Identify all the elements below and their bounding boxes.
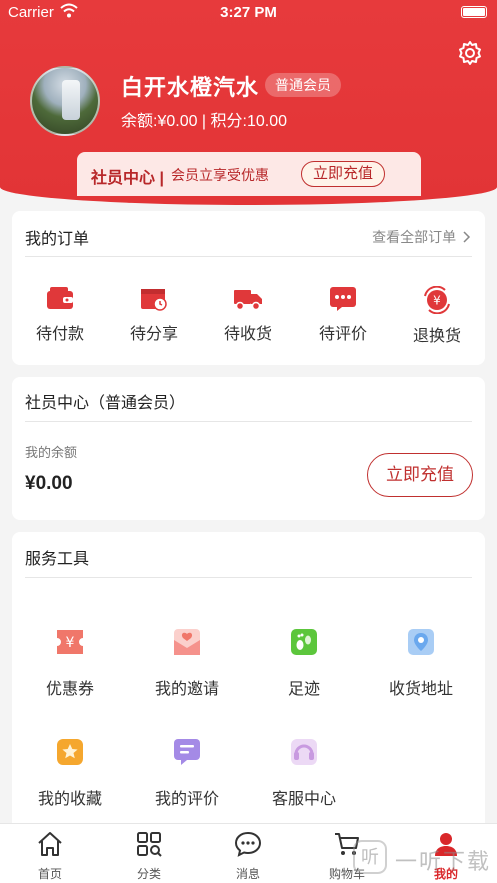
balance-value: ¥0.00 (25, 473, 73, 494)
wallet-icon (47, 287, 73, 309)
tool-label: 足迹 (287, 681, 320, 698)
divider (25, 421, 472, 422)
order-item-label: 待评价 (318, 326, 367, 343)
avatar[interactable] (30, 66, 100, 136)
settings-gear-icon[interactable] (457, 40, 483, 66)
invite-icon (174, 629, 200, 655)
service-tools-card: 服务工具 ¥ 优惠券 我的邀请 足迹 收货地址 我的收藏 我的评价 客服中心 (12, 532, 485, 832)
tab-messages[interactable]: 消息 (198, 830, 298, 882)
tool-address[interactable]: 收货地址 (366, 626, 476, 699)
share-calendar-icon (141, 289, 167, 311)
order-pending-receipt[interactable]: 待收货 (208, 286, 288, 344)
banner-recharge-button[interactable]: 立即充值 (301, 161, 385, 187)
headset-icon (291, 739, 317, 765)
member-center-title: 社员中心（普通会员） (25, 395, 186, 412)
user-name: 白开水橙汽水 (121, 75, 260, 100)
order-item-label: 待分享 (129, 326, 178, 343)
banner-title: 社员中心 | (91, 170, 164, 187)
star-icon (57, 739, 83, 765)
status-bar: Carrier 3:27 PM (0, 0, 497, 26)
svg-text:¥: ¥ (433, 294, 441, 308)
category-icon (137, 832, 162, 857)
svg-text:¥: ¥ (66, 635, 75, 651)
chevron-right-icon (463, 231, 471, 243)
tool-coupon[interactable]: ¥ 优惠券 (15, 626, 125, 699)
order-pending-review[interactable]: 待评价 (303, 286, 383, 344)
tool-label: 我的评价 (154, 791, 219, 808)
tool-label: 优惠券 (45, 681, 94, 698)
order-item-label: 退换货 (412, 328, 461, 345)
tool-footprint[interactable]: 足迹 (249, 626, 359, 699)
comment-icon (330, 287, 356, 311)
order-returns[interactable]: ¥ 退换货 (397, 286, 477, 346)
coupon-icon: ¥ (57, 630, 83, 654)
tool-customer-service[interactable]: 客服中心 (249, 736, 359, 809)
clock: 3:27 PM (220, 4, 277, 21)
location-icon (408, 629, 434, 655)
watermark: 听 一听下载 (345, 838, 497, 883)
service-tools-title: 服务工具 (25, 551, 90, 568)
truck-icon (234, 290, 262, 311)
watermark-text: 一听下载 (395, 849, 492, 874)
tool-my-reviews[interactable]: 我的评价 (132, 736, 242, 809)
home-icon (38, 832, 62, 856)
tab-category[interactable]: 分类 (99, 830, 199, 882)
banner-subtitle: 会员立享受优惠 (171, 167, 269, 183)
tab-label: 首页 (37, 867, 62, 881)
recharge-button[interactable]: 立即充值 (367, 453, 473, 497)
refund-icon: ¥ (424, 286, 450, 314)
tab-label: 消息 (235, 867, 260, 881)
orders-title: 我的订单 (25, 231, 90, 248)
message-icon (234, 831, 262, 857)
tool-label: 客服中心 (271, 791, 336, 808)
order-pending-share[interactable]: 待分享 (114, 286, 194, 344)
member-center-card: 社员中心（普通会员） 我的余额 ¥0.00 立即充值 (12, 377, 485, 520)
tool-label: 我的邀请 (154, 681, 219, 698)
order-pending-payment[interactable]: 待付款 (20, 286, 100, 344)
view-all-orders-link[interactable]: 查看全部订单 (372, 227, 471, 247)
order-item-label: 待付款 (35, 326, 84, 343)
tool-label: 收货地址 (388, 681, 453, 698)
divider (25, 256, 472, 257)
balance-points-summary: 余额:¥0.00 | 积分:10.00 (121, 113, 288, 130)
tool-invite[interactable]: 我的邀请 (132, 626, 242, 699)
watermark-logo: 听 (353, 840, 387, 874)
member-level-badge: 普通会员 (265, 73, 341, 97)
footprint-icon (291, 629, 317, 655)
battery-icon (461, 6, 487, 18)
order-item-label: 待收货 (223, 326, 272, 343)
review-icon (174, 739, 200, 765)
tab-label: 分类 (136, 867, 161, 881)
tool-label: 我的收藏 (37, 791, 102, 808)
balance-label: 我的余额 (25, 445, 78, 460)
orders-card: 我的订单 查看全部订单 待付款 待分享 待收货 待评价 ¥ 退换货 (12, 211, 485, 365)
member-center-banner[interactable]: 社员中心 | 会员立享受优惠 立即充值 (77, 152, 421, 196)
divider (25, 577, 472, 578)
tool-favorites[interactable]: 我的收藏 (15, 736, 125, 809)
tab-home[interactable]: 首页 (0, 830, 100, 882)
view-all-orders-label: 查看全部订单 (372, 229, 457, 245)
